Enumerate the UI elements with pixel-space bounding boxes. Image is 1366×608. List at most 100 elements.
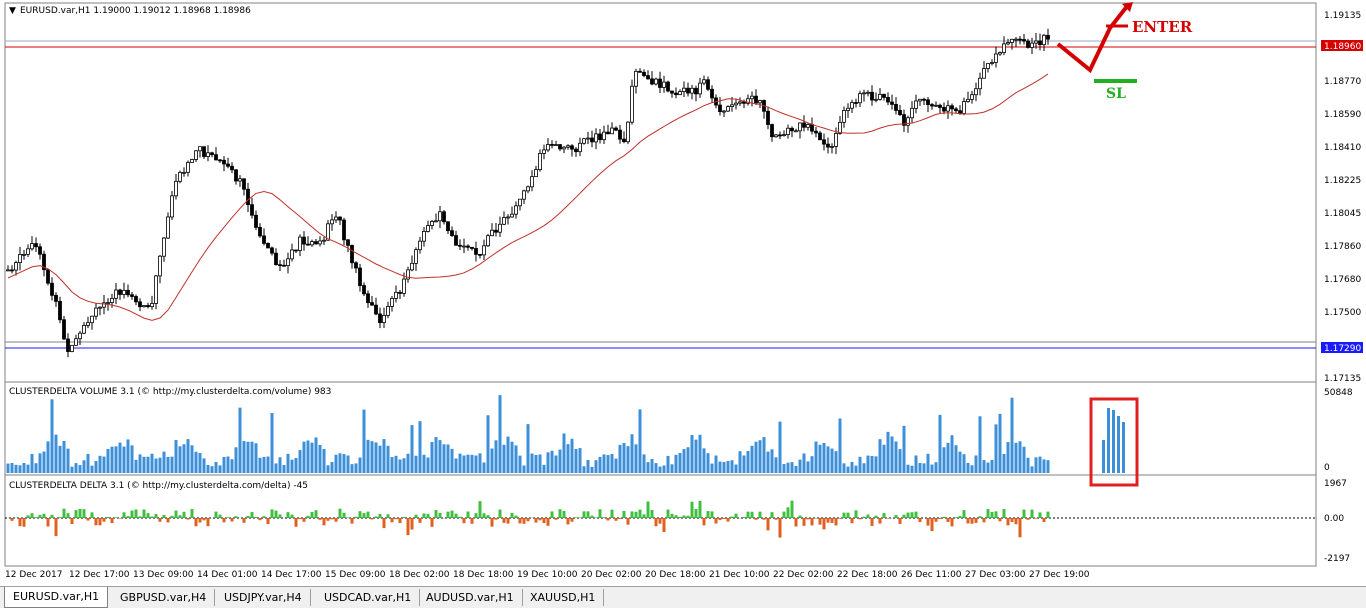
candle-body: [630, 85, 634, 123]
candle-body: [34, 243, 38, 248]
candle-body: [86, 322, 90, 326]
candle-body: [842, 110, 846, 123]
volume-bar: [642, 454, 646, 473]
delta-bar: [474, 513, 478, 518]
candle-body: [306, 243, 310, 246]
volume-bar: [298, 450, 302, 473]
chart-collapse-icon[interactable]: ▼: [9, 6, 16, 16]
delta-bar: [234, 516, 238, 518]
candle-body: [350, 244, 354, 264]
volume-bar: [890, 436, 894, 473]
volume-bar: [310, 442, 314, 473]
delta-bar: [330, 518, 334, 520]
delta-bar: [102, 518, 106, 522]
volume-bar: [806, 461, 810, 473]
candle-body: [850, 102, 854, 109]
candle-body: [194, 150, 198, 160]
candle-body: [502, 217, 506, 225]
volume-bar: [550, 450, 554, 473]
volume-bar: [414, 455, 418, 473]
tab-audusd-h1[interactable]: AUDUSD.var,H1: [418, 589, 523, 606]
candle-body: [1046, 34, 1050, 40]
candle-body: [862, 92, 866, 95]
candle-body: [398, 291, 402, 294]
delta-bar: [190, 509, 194, 518]
volume-bar: [210, 466, 214, 473]
delta-bar: [362, 513, 366, 518]
delta-bar: [998, 518, 1002, 522]
candle-body: [90, 315, 94, 324]
candle-body: [118, 289, 122, 295]
candle-body: [298, 236, 302, 251]
candle-body: [818, 132, 822, 141]
volume-bar: [930, 464, 934, 473]
volume-bar: [1014, 442, 1018, 473]
candle-body: [874, 98, 878, 101]
delta-bar: [982, 518, 986, 523]
tab-usdcad-h1[interactable]: USDCAD.var,H1: [316, 589, 421, 606]
delta-bar: [850, 518, 854, 524]
delta-bar: [1018, 518, 1022, 538]
delta-bar: [214, 511, 218, 518]
delta-bar: [822, 518, 826, 530]
volume-bar: [958, 451, 962, 473]
delta-bar: [58, 517, 62, 518]
delta-bar: [1046, 511, 1050, 518]
volume-bar: [698, 434, 702, 473]
delta-bar: [350, 518, 354, 524]
delta-bar: [262, 516, 266, 518]
delta-bar: [538, 518, 542, 521]
candle-body: [622, 138, 626, 143]
delta-bar: [986, 509, 990, 518]
candle-body: [370, 302, 374, 306]
volume-bar: [486, 415, 490, 473]
candle-body: [742, 101, 746, 104]
volume-bar: [182, 444, 186, 473]
delta-bar: [766, 518, 770, 531]
candle-body: [854, 102, 858, 104]
delta-bar: [250, 512, 254, 518]
volume-bar: [426, 457, 430, 473]
candle-body: [410, 262, 414, 271]
volume-bar: [158, 457, 162, 473]
volume-bar: [494, 440, 498, 473]
delta-bar: [658, 518, 662, 524]
volume-bar: [726, 461, 730, 473]
candle-body: [30, 243, 34, 250]
delta-bar: [710, 511, 714, 518]
delta-bar: [18, 518, 22, 527]
delta-bar: [206, 518, 210, 527]
delta-bar: [858, 518, 862, 520]
tab-gbpusd-h4[interactable]: GBPUSD.var,H4: [112, 589, 216, 606]
price-tick: 1.17680: [1324, 275, 1361, 285]
candle-body: [786, 127, 790, 136]
tab-usdjpy-h4[interactable]: USDJPY.var,H4: [216, 589, 311, 606]
delta-bar: [942, 516, 946, 518]
delta-bar: [630, 511, 634, 518]
candle-body: [870, 91, 874, 101]
tab-eurusd-h1[interactable]: EURUSD.var,H1: [4, 587, 109, 608]
delta-bar: [1002, 509, 1006, 518]
volume-bar: [758, 440, 762, 473]
delta-bar: [778, 518, 782, 538]
delta-bar: [666, 509, 670, 518]
delta-axis-min: -2197: [1324, 554, 1350, 564]
candle-body: [226, 163, 230, 167]
time-tick: 26 Dec 11:00: [901, 570, 962, 580]
tab-xauusd-h1[interactable]: XAUUSD,H1: [522, 589, 605, 606]
volume-bar: [886, 431, 890, 473]
price-tick: 1.18770: [1324, 77, 1361, 87]
candle-body: [678, 91, 682, 96]
candle-body: [134, 296, 138, 303]
volume-bar: [938, 414, 942, 473]
volume-bar: [466, 454, 470, 473]
candle-body: [710, 88, 714, 99]
delta-bar: [914, 511, 918, 518]
volume-bar: [450, 448, 454, 473]
delta-bar: [774, 518, 778, 520]
volume-bar: [226, 456, 230, 473]
volume-bar: [238, 407, 242, 473]
candle-body: [810, 124, 814, 132]
candle-body: [922, 98, 926, 101]
chart-window[interactable]: ▼ EURUSD.var,H1 1.19000 1.19012 1.18968 …: [0, 0, 1366, 586]
